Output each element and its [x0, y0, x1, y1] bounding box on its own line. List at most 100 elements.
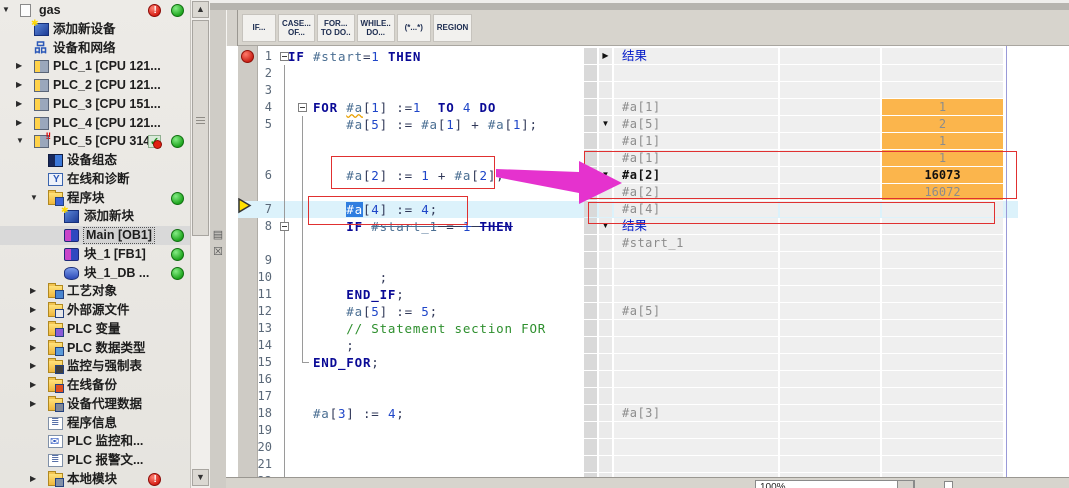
toolbar-button-region[interactable]: REGION — [433, 14, 473, 42]
monitor-value-cell[interactable] — [882, 269, 1003, 285]
monitor-name-cell[interactable] — [614, 286, 778, 302]
tree-item[interactable]: ▶PLC 变量 — [0, 320, 210, 339]
monitor-value-cell[interactable] — [882, 337, 1003, 353]
tree-item[interactable]: ▶外部源文件 — [0, 301, 210, 320]
tree-item[interactable]: 设备和网络 — [0, 39, 210, 58]
code-text[interactable]: FOR #a[1] :=1 TO 4 DO — [288, 99, 496, 116]
scroll-up-button[interactable]: ▲ — [192, 1, 209, 18]
tree-item[interactable]: PLC 报警文... — [0, 451, 210, 470]
monitor-name-cell[interactable] — [614, 439, 778, 455]
expander-down-icon[interactable]: ▼ — [30, 192, 38, 204]
monitor-value-cell[interactable] — [882, 371, 1003, 387]
monitor-name-cell[interactable]: #a[1] — [614, 133, 778, 149]
toolbar-button-case-of[interactable]: CASE...OF... — [278, 14, 315, 42]
monitor-name-cell[interactable] — [614, 456, 778, 472]
monitor-name-cell[interactable] — [614, 422, 778, 438]
tree-item[interactable]: 添加新设备 — [0, 20, 210, 39]
tree-item[interactable]: ▶PLC_3 [CPU 151... — [0, 95, 210, 114]
tree-item[interactable]: 在线和诊断 — [0, 170, 210, 189]
tree-item[interactable]: ▶工艺对象 — [0, 282, 210, 301]
expander-down-icon[interactable]: ▼ — [2, 4, 10, 16]
row-expand-icon[interactable]: ▶ — [599, 48, 612, 64]
expander-right-icon[interactable]: ▶ — [30, 473, 36, 485]
expander-right-icon[interactable]: ▶ — [16, 60, 22, 72]
monitor-name-cell[interactable] — [614, 388, 778, 404]
scroll-thumb[interactable] — [192, 20, 209, 236]
monitor-value-cell[interactable] — [882, 456, 1003, 472]
expander-right-icon[interactable]: ▶ — [30, 285, 36, 297]
expander-right-icon[interactable]: ▶ — [16, 98, 22, 110]
monitor-name-cell[interactable] — [614, 252, 778, 268]
tree-item[interactable]: 块_1_DB ... — [0, 264, 210, 283]
monitor-value-cell[interactable]: 1 — [882, 99, 1003, 115]
expander-right-icon[interactable]: ▶ — [30, 379, 36, 391]
scroll-down-button[interactable]: ▼ — [192, 469, 209, 486]
fold-toggle-icon[interactable] — [280, 222, 289, 231]
code-text[interactable]: IF #start=1 THEN — [288, 48, 421, 65]
tree-item[interactable]: ▶本地模块 — [0, 470, 210, 488]
monitor-value-cell[interactable] — [882, 320, 1003, 336]
tree-item[interactable]: Main [OB1] — [0, 226, 210, 245]
tree-item[interactable]: 块_1 [FB1] — [0, 245, 210, 264]
monitor-name-cell[interactable]: 结果 — [614, 48, 778, 64]
monitor-name-cell[interactable] — [614, 269, 778, 285]
code-text[interactable]: END_IF; — [288, 286, 405, 303]
monitor-name-cell[interactable] — [614, 337, 778, 353]
monitor-value-cell[interactable]: 1 — [882, 133, 1003, 149]
code-text[interactable]: #a[3] := 4; — [288, 405, 405, 422]
tree-item[interactable]: ▶监控与强制表 — [0, 357, 210, 376]
monitor-value-cell[interactable] — [882, 235, 1003, 251]
monitor-name-cell[interactable]: #a[5] — [614, 116, 778, 132]
monitor-name-cell[interactable] — [614, 82, 778, 98]
monitor-value-cell[interactable] — [882, 354, 1003, 370]
tree-item[interactable]: ▼PLC_5 [CPU 314... — [0, 132, 210, 151]
row-collapse-icon[interactable]: ▼ — [599, 116, 612, 132]
expander-right-icon[interactable]: ▶ — [16, 79, 22, 91]
tree-scrollbar[interactable]: ▲ ▼ — [190, 0, 210, 488]
tree-item[interactable]: ▶PLC_2 [CPU 121... — [0, 76, 210, 95]
expander-right-icon[interactable]: ▶ — [30, 360, 36, 372]
tree-item[interactable]: PLC 监控和... — [0, 432, 210, 451]
monitor-value-cell[interactable] — [882, 252, 1003, 268]
tree-item[interactable]: ▶在线备份 — [0, 376, 210, 395]
monitor-name-cell[interactable]: #a[3] — [614, 405, 778, 421]
code-text[interactable]: #a[5] := 5; — [288, 303, 438, 320]
tree-item[interactable]: 设备组态 — [0, 151, 210, 170]
expander-right-icon[interactable]: ▶ — [16, 117, 22, 129]
monitor-value-cell[interactable] — [882, 405, 1003, 421]
tree-item[interactable]: ▶PLC_4 [CPU 121... — [0, 114, 210, 133]
tree-item[interactable]: ▶设备代理数据 — [0, 395, 210, 414]
expander-right-icon[interactable]: ▶ — [30, 342, 36, 354]
split-view-icon[interactable]: ▤ — [211, 228, 225, 242]
breakpoint-icon[interactable] — [241, 50, 254, 63]
expander-down-icon[interactable]: ▼ — [16, 135, 24, 147]
close-pane-icon[interactable]: ☒ — [211, 245, 225, 259]
fold-toggle-icon[interactable] — [298, 103, 307, 112]
code-text[interactable]: ; — [288, 337, 355, 354]
monitor-name-cell[interactable] — [614, 354, 778, 370]
status-checkbox[interactable] — [944, 481, 953, 488]
monitor-name-cell[interactable] — [614, 371, 778, 387]
expander-right-icon[interactable]: ▶ — [30, 304, 36, 316]
toolbar-button-while-do[interactable]: WHILE..DO... — [357, 14, 395, 42]
monitor-value-cell[interactable] — [882, 286, 1003, 302]
monitor-value-cell[interactable] — [882, 65, 1003, 81]
expander-right-icon[interactable]: ▶ — [30, 323, 36, 335]
fold-toggle-icon[interactable] — [280, 52, 289, 61]
monitor-name-cell[interactable]: #a[5] — [614, 303, 778, 319]
code-text[interactable]: ; — [288, 269, 388, 286]
tree-item[interactable]: 添加新块 — [0, 207, 210, 226]
code-text[interactable]: // Statement section FOR — [288, 320, 546, 337]
tree-item[interactable]: ▼程序块 — [0, 189, 210, 208]
monitor-value-cell[interactable] — [882, 422, 1003, 438]
toolbar-button-if[interactable]: IF... — [242, 14, 276, 42]
monitor-name-cell[interactable]: #a[1] — [614, 99, 778, 115]
tree-item[interactable]: ▶PLC 数据类型 — [0, 339, 210, 358]
monitor-value-cell[interactable] — [882, 82, 1003, 98]
tree-item[interactable]: 程序信息 — [0, 414, 210, 433]
monitor-value-cell[interactable] — [882, 439, 1003, 455]
zoom-select[interactable]: 100% — [755, 480, 915, 488]
toolbar-button-comment[interactable]: (*...*) — [397, 14, 431, 42]
expander-right-icon[interactable]: ▶ — [30, 398, 36, 410]
monitor-name-cell[interactable]: #start_1 — [614, 235, 778, 251]
